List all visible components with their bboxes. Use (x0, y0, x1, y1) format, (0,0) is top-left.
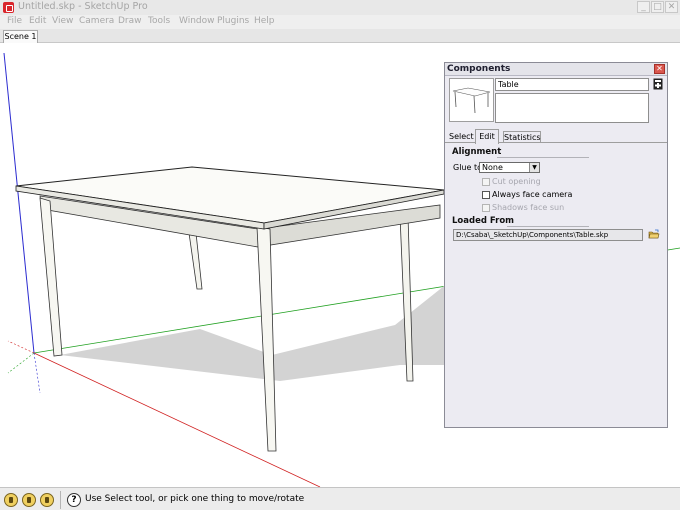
scene-tabs-bar: Scene 1 (0, 29, 680, 43)
window-title: Untitled.skp - SketchUp Pro (18, 1, 148, 12)
table-shadow (60, 286, 444, 381)
red-axis-negative (7, 340, 35, 354)
menu-window[interactable]: Window (179, 16, 215, 26)
menu-file[interactable]: File (7, 16, 22, 26)
sketchup-logo-icon (3, 2, 14, 13)
blue-axis (3, 52, 35, 354)
cut-opening-checkbox[interactable] (482, 178, 490, 186)
shadows-face-sun-label: Shadows face sun (492, 203, 565, 212)
add-component-icon[interactable] (653, 78, 663, 90)
alignment-heading: Alignment (452, 147, 502, 157)
status-divider (60, 491, 61, 509)
menu-plugins[interactable]: Plugins (217, 16, 249, 26)
component-thumbnail (449, 78, 494, 122)
glue-to-value: None (482, 163, 503, 172)
menu-edit[interactable]: Edit (29, 16, 46, 26)
tab-statistics[interactable]: Statistics (503, 131, 541, 143)
maximize-button[interactable]: □ (651, 1, 664, 13)
table-leg-front-right (256, 226, 277, 452)
credits-icon[interactable] (22, 493, 36, 507)
tab-select[interactable]: Select (449, 131, 474, 143)
open-folder-icon[interactable] (648, 229, 660, 240)
always-face-camera-label: Always face camera (492, 190, 573, 199)
title-bar: Untitled.skp - SketchUp Pro _ □ ✕ (0, 0, 680, 15)
menu-bar: File Edit View Camera Draw Tools Window … (0, 15, 680, 29)
table-leg-front-left (39, 197, 63, 357)
components-panel: Components ✕ Select Edit Statistics Alig… (444, 62, 668, 428)
menu-tools[interactable]: Tools (148, 16, 170, 26)
geolocation-icon[interactable] (4, 493, 18, 507)
always-face-camera-checkbox[interactable] (482, 191, 490, 199)
component-name-input[interactable] (495, 78, 649, 91)
scene-tab[interactable]: Scene 1 (3, 30, 38, 43)
alignment-rule (497, 157, 589, 158)
glue-to-select[interactable]: None ▼ (479, 162, 540, 173)
loaded-from-path: D:\Csaba\_SketchUp\Components\Table.skp (453, 229, 643, 241)
component-description-box[interactable] (495, 93, 649, 123)
blue-axis-negative (33, 352, 41, 394)
tab-edit[interactable]: Edit (475, 129, 499, 144)
panel-close-icon[interactable]: ✕ (654, 64, 665, 74)
status-message: Use Select tool, or pick one thing to mo… (85, 494, 305, 504)
menu-view[interactable]: View (52, 16, 73, 26)
menu-camera[interactable]: Camera (79, 16, 114, 26)
green-axis-negative (7, 352, 35, 374)
table-leg-back-left (188, 232, 203, 290)
menu-draw[interactable]: Draw (118, 16, 142, 26)
help-icon[interactable]: ? (67, 493, 81, 507)
chevron-down-icon[interactable]: ▼ (529, 163, 539, 172)
panel-title: Components (447, 64, 511, 74)
panel-title-bar[interactable]: Components ✕ (445, 63, 667, 76)
minimize-button[interactable]: _ (637, 1, 650, 13)
menu-help[interactable]: Help (254, 16, 275, 26)
panel-tab-row: Select Edit Statistics (445, 129, 667, 144)
cut-opening-label: Cut opening (492, 177, 541, 186)
loaded-from-heading: Loaded From (452, 216, 515, 226)
close-button[interactable]: ✕ (665, 1, 678, 13)
user-icon[interactable] (40, 493, 54, 507)
table-thumbnail-icon (452, 87, 491, 114)
status-bar: ? Use Select tool, or pick one thing to … (0, 487, 680, 510)
shadows-face-sun-checkbox[interactable] (482, 204, 490, 212)
loaded-from-rule (507, 226, 589, 227)
